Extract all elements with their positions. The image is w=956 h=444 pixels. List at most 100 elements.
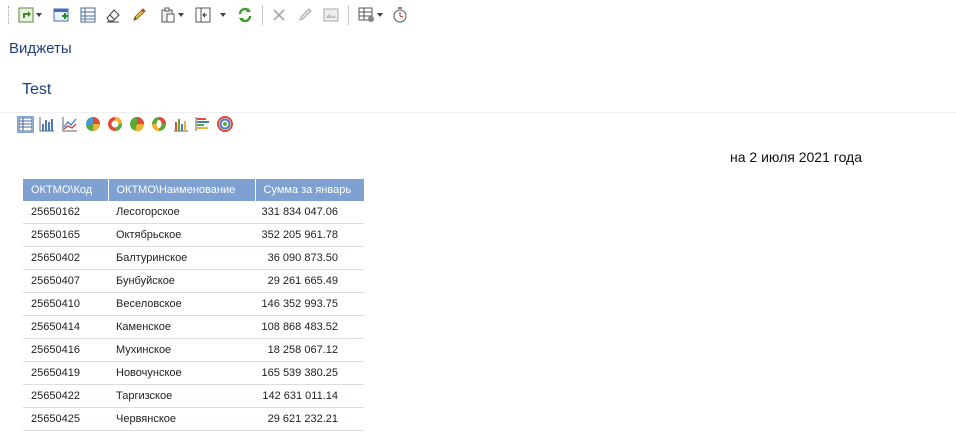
layout-dropdown-button[interactable] xyxy=(195,5,226,25)
cell-sum: 29 261 665.49 xyxy=(255,269,364,293)
table-row[interactable]: 25650165 Октябрьское 352 205 961.78 xyxy=(23,223,364,247)
add-widget-icon xyxy=(53,8,69,22)
timer-button[interactable] xyxy=(392,5,408,25)
chart-type-ring[interactable] xyxy=(151,116,168,133)
donut-chart-icon xyxy=(108,117,122,131)
pencil-button[interactable] xyxy=(131,5,147,25)
chart-type-radial[interactable] xyxy=(217,116,234,133)
refresh-dropdown-button[interactable] xyxy=(18,5,42,25)
hbar-chart-icon xyxy=(195,117,209,131)
cell-name: Лесогорское xyxy=(108,201,255,224)
settings-dropdown-button[interactable] xyxy=(358,5,383,25)
cell-code: 25650402 xyxy=(23,246,108,270)
paste-dropdown-button[interactable] xyxy=(160,5,184,25)
header-divider xyxy=(0,112,956,113)
chevron-down-icon xyxy=(220,13,226,17)
sync-button[interactable] xyxy=(237,5,253,25)
grid-view-button[interactable] xyxy=(80,5,96,25)
widget-title: Test xyxy=(22,81,52,98)
add-widget-button[interactable] xyxy=(53,5,70,25)
app-title: Виджеты xyxy=(9,40,72,57)
cell-code: 25650419 xyxy=(23,361,108,385)
line-chart-icon xyxy=(62,117,77,132)
cell-code: 25650162 xyxy=(23,201,108,224)
cell-name: Балтуринское xyxy=(108,246,255,270)
cell-code: 25650410 xyxy=(23,292,108,316)
chart-type-column[interactable] xyxy=(173,116,190,133)
table-header-row: ОКТМО\Код ОКТМО\Наименование Сумма за ян… xyxy=(23,179,365,201)
chevron-down-icon xyxy=(377,13,383,17)
eraser-button[interactable] xyxy=(105,5,121,25)
cell-sum: 36 090 873.50 xyxy=(255,246,364,270)
delete-icon xyxy=(273,9,285,21)
table-row[interactable]: 25650414 Каменское 108 868 483.52 xyxy=(23,315,364,339)
cell-sum: 165 539 380.25 xyxy=(255,361,364,385)
cell-sum: 352 205 961.78 xyxy=(255,223,364,247)
report-date: на 2 июля 2021 года xyxy=(730,149,863,165)
cell-name: Бунбуйское xyxy=(108,269,255,293)
table-row[interactable]: 25650422 Таргизское 142 631 011.14 xyxy=(23,384,364,408)
cell-sum: 29 621 232.21 xyxy=(255,407,364,431)
refresh-dropdown-icon xyxy=(18,7,34,23)
image-icon xyxy=(323,8,339,22)
cell-code: 25650165 xyxy=(23,223,108,247)
cell-code: 25650407 xyxy=(23,269,108,293)
chevron-down-icon xyxy=(36,13,42,17)
toolbar-separator xyxy=(262,5,263,25)
main-toolbar xyxy=(0,0,956,30)
chart-type-hbar[interactable] xyxy=(195,116,212,133)
cell-name: Каменское xyxy=(108,315,255,339)
image-button[interactable] xyxy=(323,5,339,25)
grid-view-icon xyxy=(80,7,96,23)
settings-dropdown-icon xyxy=(358,7,374,22)
chart-type-bar[interactable] xyxy=(39,116,56,133)
column-header-sum[interactable]: Сумма за январь xyxy=(255,179,365,201)
paste-dropdown-icon xyxy=(161,7,175,23)
cell-sum: 142 631 011.14 xyxy=(255,384,364,408)
cell-sum: 108 868 483.52 xyxy=(255,315,364,339)
chart-type-table[interactable] xyxy=(17,116,34,133)
table-row[interactable]: 25650407 Бунбуйское 29 261 665.49 xyxy=(23,269,364,293)
table-row[interactable]: 25650402 Балтуринское 36 090 873.50 xyxy=(23,246,364,270)
chart-type-pie[interactable] xyxy=(85,116,102,133)
table-row[interactable]: 25650162 Лесогорское 331 834 047.06 xyxy=(23,201,364,224)
pie3d-chart-icon xyxy=(130,117,145,132)
table-row[interactable]: 25650419 Новочунское 165 539 380.25 xyxy=(23,361,364,385)
cell-code: 25650416 xyxy=(23,338,108,362)
eraser-icon xyxy=(106,9,120,23)
toolbar-separator xyxy=(348,5,349,25)
cell-name: Веселовское xyxy=(108,292,255,316)
ring-chart-icon xyxy=(152,117,166,131)
cell-code: 25650414 xyxy=(23,315,108,339)
table-row[interactable]: 25650416 Мухинское 18 258 067.12 xyxy=(23,338,364,362)
table-row[interactable]: 25650425 Червянское 29 621 232.21 xyxy=(23,407,364,431)
pencil-icon xyxy=(133,8,146,21)
cell-sum: 146 352 993.75 xyxy=(255,292,364,316)
data-table: ОКТМО\Код ОКТМО\Наименование Сумма за ян… xyxy=(23,179,365,431)
bar-chart-icon xyxy=(39,117,54,132)
delete-button[interactable] xyxy=(272,5,286,25)
cell-code: 25650422 xyxy=(23,384,108,408)
edit-icon xyxy=(299,8,312,21)
timer-icon xyxy=(393,7,407,23)
cell-name: Новочунское xyxy=(108,361,255,385)
cell-name: Таргизское xyxy=(108,384,255,408)
layout-dropdown-icon xyxy=(195,7,211,23)
column-chart-icon xyxy=(174,119,188,132)
edit-button[interactable] xyxy=(297,5,313,25)
toolbar-grip xyxy=(8,6,11,24)
chart-type-pie3d[interactable] xyxy=(129,116,146,133)
cell-code: 25650425 xyxy=(23,407,108,431)
chevron-down-icon xyxy=(178,13,184,17)
table-row[interactable]: 25650410 Веселовское 146 352 993.75 xyxy=(23,292,364,316)
column-header-code[interactable]: ОКТМО\Код xyxy=(23,179,109,201)
cell-name: Октябрьское xyxy=(108,223,255,247)
radial-chart-icon xyxy=(217,116,233,132)
chart-type-donut[interactable] xyxy=(107,116,124,133)
chart-type-line[interactable] xyxy=(62,116,79,133)
sync-icon xyxy=(238,7,252,23)
cell-name: Червянское xyxy=(108,407,255,431)
cell-sum: 18 258 067.12 xyxy=(255,338,364,362)
column-header-name[interactable]: ОКТМО\Наименование xyxy=(108,179,256,201)
table-chart-icon xyxy=(18,117,33,132)
